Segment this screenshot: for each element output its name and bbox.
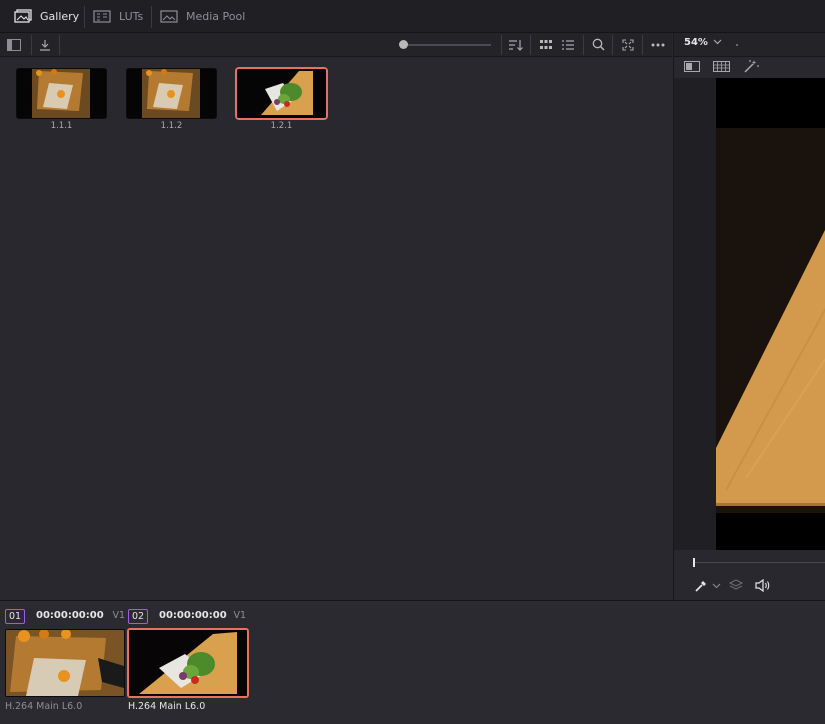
layers-icon[interactable] [729, 579, 743, 592]
playhead[interactable] [693, 558, 695, 567]
gallery-still[interactable]: 1.1.2 [126, 68, 217, 132]
clip-codec: H.264 Main L6.0 [128, 701, 206, 712]
tab-media-pool-label: Media Pool [186, 9, 246, 23]
split-view-icon[interactable] [684, 61, 700, 72]
scrubber-track[interactable] [694, 562, 825, 563]
sort-button[interactable] [505, 33, 527, 56]
gallery-still-selected[interactable]: 1.2.1 [236, 68, 327, 132]
gallery-icon [14, 8, 32, 24]
picker-chevron-down-icon[interactable] [712, 583, 721, 589]
clip-item-selected[interactable]: 02 00:00:00:00 V1 H.264 Main L6.0 [128, 608, 248, 712]
clip-timecode: 00:00:00:00 [159, 610, 227, 621]
clip-thumbnail[interactable] [128, 629, 248, 697]
grid-view-button[interactable] [535, 33, 557, 56]
gallery-panel: 1.1.1 1.1.2 1.2.1 [0, 57, 672, 600]
more-icon [651, 43, 665, 47]
expand-button[interactable] [617, 33, 639, 56]
search-icon [592, 38, 605, 51]
tab-gallery-label: Gallery [40, 9, 80, 23]
clip-item[interactable]: 01 00:00:00:00 V1 H.264 Main L6.0 [5, 608, 125, 712]
tab-gallery[interactable]: Gallery [14, 0, 79, 32]
viewer-toolbar: 54% [673, 33, 825, 57]
tab-luts[interactable]: LUTs [93, 0, 143, 32]
luts-icon [93, 8, 111, 24]
list-icon [562, 39, 574, 50]
speaker-icon[interactable] [755, 579, 771, 592]
clip-thumbnail[interactable] [5, 629, 125, 697]
page-tabs-bar: Gallery LUTs Media Pool [0, 0, 825, 33]
grab-still-button[interactable] [34, 33, 56, 56]
clip-number: 01 [5, 609, 26, 624]
clip-track: V1 [233, 610, 246, 621]
viewer-panel [673, 78, 825, 550]
search-button[interactable] [587, 33, 609, 56]
clip-track: V1 [112, 610, 125, 621]
gallery-still[interactable]: 1.1.1 [16, 68, 107, 132]
grid-icon [540, 39, 552, 50]
still-label: 1.2.1 [270, 121, 293, 131]
zoom-chevron-down-icon[interactable] [713, 39, 722, 45]
viewer-image[interactable] [716, 78, 825, 550]
clip-codec: H.264 Main L6.0 [5, 701, 83, 712]
viewer-controls [673, 550, 825, 600]
slider-track[interactable] [405, 44, 491, 46]
still-thumbnail[interactable] [236, 68, 327, 119]
viewer-subtoolbar [673, 57, 825, 78]
clip-strip: 01 00:00:00:00 V1 H.264 Main L6.0 02 00:… [0, 600, 825, 724]
clip-number: 02 [128, 609, 149, 624]
toolbar-dot [736, 44, 738, 46]
expand-icon [622, 38, 634, 51]
still-thumbnail[interactable] [16, 68, 107, 119]
gallery-toolbar [0, 33, 672, 57]
wipe-grid-icon[interactable] [713, 61, 730, 72]
slider-handle[interactable] [399, 40, 408, 49]
sidebar-icon [7, 38, 21, 51]
zoom-level[interactable]: 54% [684, 37, 708, 48]
still-label: 1.1.2 [160, 121, 183, 131]
sidebar-toggle-button[interactable] [3, 33, 25, 56]
magic-wand-icon[interactable] [743, 59, 760, 74]
more-options-button[interactable] [647, 33, 669, 56]
still-label: 1.1.1 [50, 121, 73, 131]
list-view-button[interactable] [557, 33, 579, 56]
media-pool-icon [160, 8, 178, 24]
clip-timecode: 00:00:00:00 [36, 610, 104, 621]
sort-icon [508, 39, 524, 51]
download-icon [39, 39, 51, 51]
tab-media-pool[interactable]: Media Pool [160, 0, 245, 32]
tab-luts-label: LUTs [119, 9, 144, 23]
color-picker-icon[interactable] [694, 579, 708, 593]
still-thumbnail[interactable] [126, 68, 217, 119]
